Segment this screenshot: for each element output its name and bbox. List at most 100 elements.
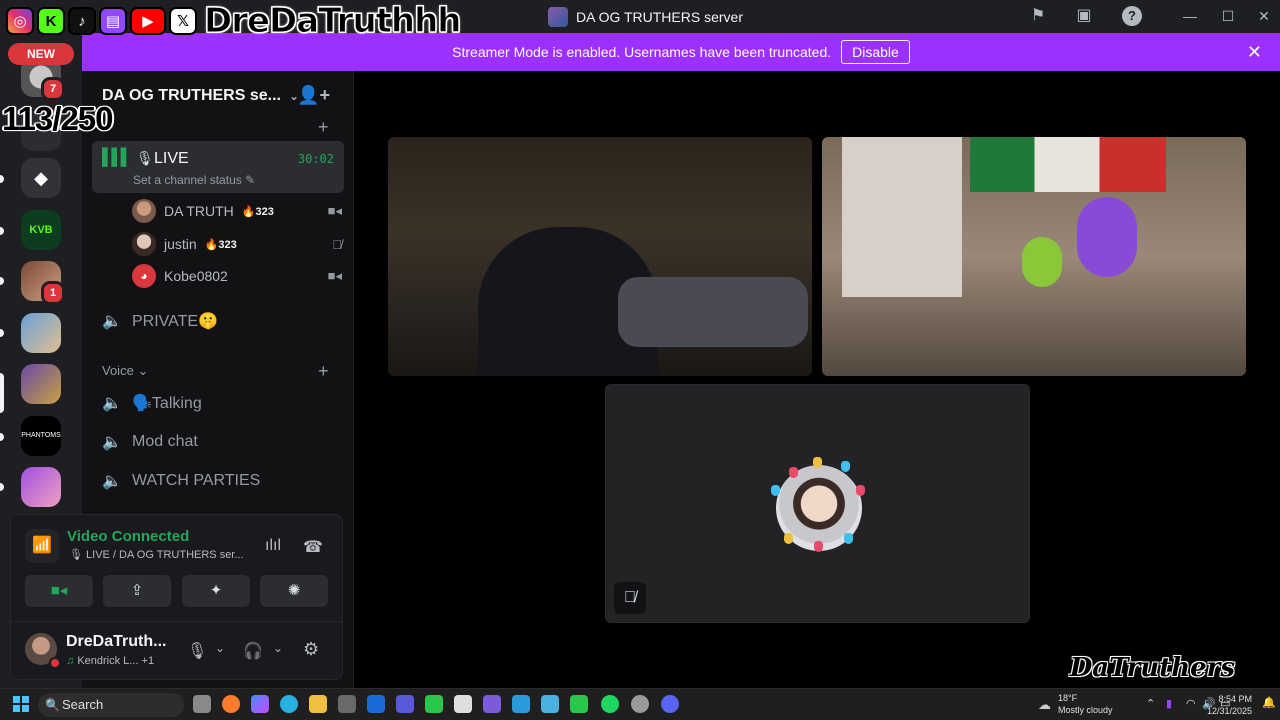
kick-app-icon[interactable] bbox=[570, 695, 588, 713]
x-icon: 𝕏 bbox=[169, 7, 197, 35]
server-icon-5[interactable]: 1 bbox=[21, 261, 65, 305]
server-header[interactable]: DA OG TRUTHERS se... ⌄ 👤+ bbox=[82, 71, 354, 121]
server-icon-phantoms[interactable]: PHANTOMS bbox=[21, 416, 61, 456]
server-icon-kvb[interactable]: KVB bbox=[21, 210, 61, 250]
disable-streamer-mode-button[interactable]: Disable bbox=[841, 40, 910, 64]
settings-gear-icon[interactable]: ⚙ bbox=[303, 639, 319, 660]
connection-channel[interactable]: 🎙 LIVE / DA OG TRUTHERS ser... bbox=[69, 548, 244, 561]
light-bulb-icon bbox=[813, 457, 822, 468]
channel-name: LIVE bbox=[154, 150, 189, 167]
server-icon-current[interactable] bbox=[21, 364, 61, 404]
app-icon[interactable] bbox=[631, 695, 649, 713]
minimize-icon[interactable]: — bbox=[1180, 6, 1200, 26]
chevron-up-icon[interactable]: ⌃ bbox=[1146, 697, 1155, 710]
call-stage: 🎙̸ DaTruthers bbox=[355, 71, 1280, 688]
video-tile-1[interactable] bbox=[388, 137, 812, 376]
camera-button[interactable]: ■◂ bbox=[25, 575, 93, 607]
clock-date: 12/31/2025 bbox=[1206, 706, 1252, 716]
notification-bell-icon[interactable]: 🔔 bbox=[1262, 696, 1276, 709]
headphones-icon[interactable]: 🎧 bbox=[243, 641, 263, 661]
channel-status[interactable]: Set a channel status ✎ bbox=[133, 173, 255, 187]
firefox-icon[interactable] bbox=[222, 695, 240, 713]
activities-button[interactable]: ✦ bbox=[182, 575, 250, 607]
add-channel-icon[interactable]: + bbox=[318, 117, 329, 138]
voice-member[interactable]: DA TRUTH 🔥323 ■◂ bbox=[132, 198, 342, 224]
search-label: Search bbox=[62, 697, 104, 712]
twitch-tray-icon[interactable]: ▮ bbox=[1166, 697, 1172, 710]
close-icon[interactable]: ✕ bbox=[1254, 6, 1274, 26]
locked-speaker-icon: 🔈 bbox=[102, 313, 122, 330]
help-icon[interactable]: ? bbox=[1122, 6, 1142, 26]
invite-people-icon[interactable]: 👤+ bbox=[297, 85, 330, 106]
muted-mic-icon: 🎙̸ bbox=[332, 236, 342, 252]
weather-condition: Mostly cloudy bbox=[1058, 705, 1113, 715]
voice-member[interactable]: ◕ Kobe0802 ■◂ bbox=[132, 263, 342, 289]
server-icon bbox=[548, 7, 568, 27]
soundboard-button[interactable]: ✺ bbox=[260, 575, 328, 607]
copilot-icon[interactable] bbox=[251, 695, 269, 713]
category-voice[interactable]: Voice ⌄ bbox=[102, 363, 148, 379]
voice-channel-talking[interactable]: 🔈 🗣️Talking bbox=[102, 393, 202, 413]
outlook-icon[interactable] bbox=[367, 695, 385, 713]
edge-icon[interactable] bbox=[280, 695, 298, 713]
video-camera-icon: ■◂ bbox=[50, 582, 68, 599]
user-name[interactable]: DreDaTruth... bbox=[66, 633, 166, 651]
voice-member[interactable]: justin 🔥323 🎙̸ bbox=[132, 231, 342, 257]
speaker-icon: 🔈 bbox=[102, 395, 122, 412]
signal-icon[interactable]: 📶 bbox=[25, 529, 59, 563]
app-icon[interactable] bbox=[425, 695, 443, 713]
voice-channel-live[interactable]: ▌▌▌ 🎙 LIVE 30:02 Set a channel status ✎ bbox=[92, 141, 344, 193]
file-explorer-icon[interactable] bbox=[309, 695, 327, 713]
taskbar-search[interactable]: 🔍 Search bbox=[38, 693, 184, 717]
screen-share-button[interactable]: ⇪ bbox=[103, 575, 171, 607]
bed-shape bbox=[618, 277, 808, 347]
channel-name: 🗣️Talking bbox=[132, 395, 202, 412]
task-view-icon[interactable] bbox=[193, 695, 211, 713]
voice-channel-mod-chat[interactable]: 🔈 Mod chat bbox=[102, 432, 198, 452]
discord-icon[interactable] bbox=[661, 695, 679, 713]
spotify-icon[interactable] bbox=[601, 695, 619, 713]
app-icon[interactable] bbox=[541, 695, 559, 713]
muted-mic-icon[interactable]: 🎙̸ bbox=[614, 582, 646, 614]
flag-icon[interactable]: ⚑ bbox=[1028, 6, 1048, 26]
cloud-icon: ☁ bbox=[1038, 697, 1051, 712]
chevron-down-icon[interactable]: ⌄ bbox=[273, 641, 283, 655]
maximize-icon[interactable]: ☐ bbox=[1218, 6, 1238, 26]
voice-channel-private[interactable]: 🔈 PRIVATE🤫 bbox=[102, 311, 218, 331]
wifi-icon[interactable]: ◠ bbox=[1186, 697, 1196, 710]
app-icon[interactable] bbox=[483, 695, 501, 713]
voice-activity-icon: ▌▌▌ bbox=[102, 149, 132, 166]
teams-icon[interactable] bbox=[396, 695, 414, 713]
avatar bbox=[132, 199, 156, 223]
app-icon[interactable] bbox=[512, 695, 530, 713]
video-tile-2[interactable] bbox=[822, 137, 1246, 376]
microphone-icon[interactable]: 🎙 bbox=[187, 641, 207, 661]
light-bulb-icon bbox=[814, 541, 823, 552]
add-channel-icon[interactable]: + bbox=[318, 361, 329, 382]
unread-pip bbox=[0, 483, 4, 491]
tiktok-icon: ♪ bbox=[68, 7, 96, 35]
inbox-icon[interactable]: ▣ bbox=[1074, 6, 1094, 26]
video-camera-icon: ■◂ bbox=[327, 203, 342, 218]
connection-status[interactable]: Video Connected bbox=[67, 528, 189, 545]
plush-toy bbox=[1022, 237, 1062, 287]
locked-speaker-icon: 🔈 bbox=[102, 434, 122, 451]
server-icon-9[interactable] bbox=[21, 467, 61, 507]
server-icon-3[interactable]: ◆ bbox=[21, 158, 61, 198]
member-name: justin bbox=[164, 236, 197, 252]
clock[interactable]: 8:54 PM 12/31/2025 bbox=[1207, 693, 1252, 717]
voice-channel-watch-parties[interactable]: 🔈 WATCH PARTIES bbox=[102, 471, 260, 491]
windows-start-icon[interactable] bbox=[13, 696, 29, 712]
new-badge: NEW bbox=[8, 43, 74, 65]
video-tile-3[interactable]: 🎙̸ bbox=[605, 384, 1030, 623]
category-name: Voice bbox=[102, 363, 134, 378]
streamer-handle: DreDaTruthhh bbox=[204, 1, 463, 42]
chevron-down-icon[interactable]: ⌄ bbox=[215, 641, 225, 655]
weather-widget[interactable]: ☁ 18°F Mostly cloudy bbox=[1038, 692, 1118, 720]
banner-close-icon[interactable]: ✕ bbox=[1247, 42, 1262, 63]
app-icon[interactable] bbox=[454, 695, 472, 713]
store-icon[interactable] bbox=[338, 695, 356, 713]
server-icon-6[interactable] bbox=[21, 313, 61, 353]
disconnect-icon[interactable]: ☎ bbox=[303, 537, 323, 557]
noise-suppression-icon[interactable]: ılıl bbox=[265, 537, 281, 555]
